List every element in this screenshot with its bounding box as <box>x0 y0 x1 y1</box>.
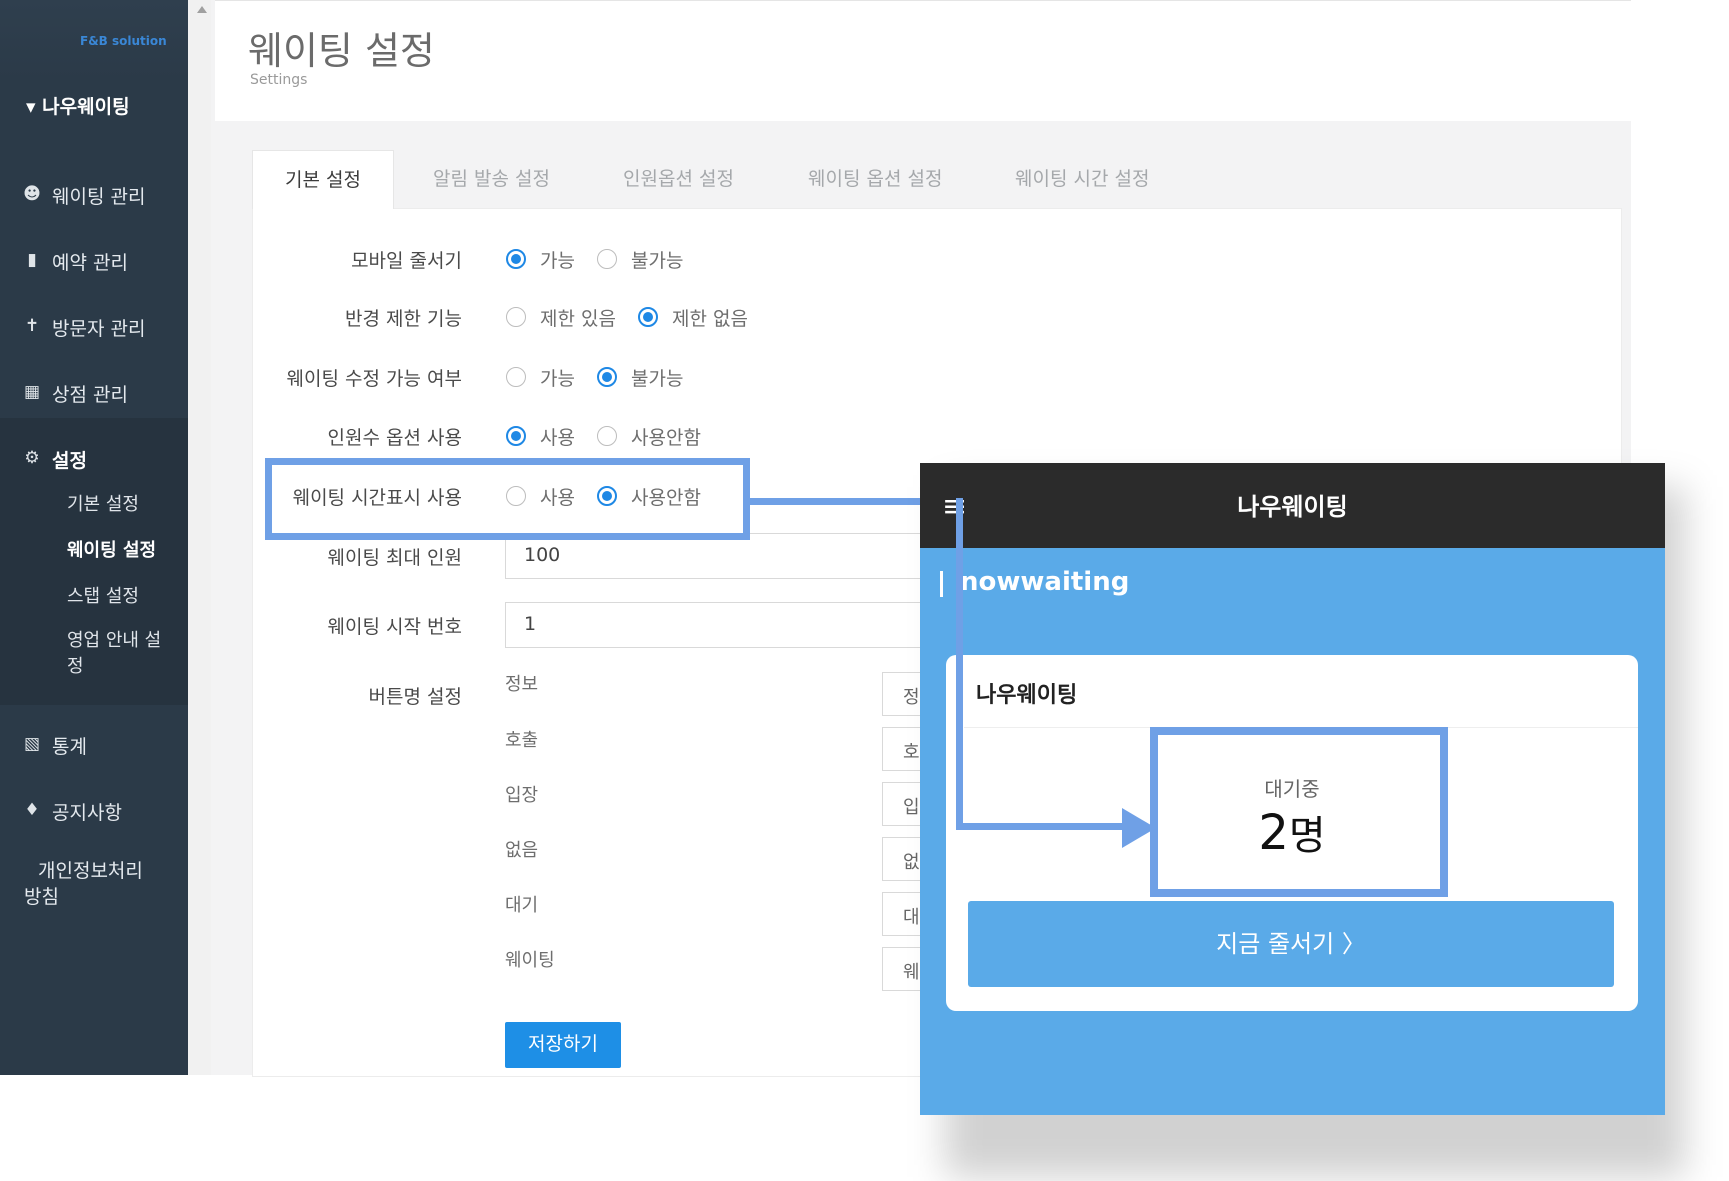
phone-top-bar: ≡ 나우웨이팅 <box>920 463 1665 548</box>
mobile-queue-label: 모바일 줄서기 <box>351 250 462 272</box>
button-name-label: 없음 <box>505 840 539 861</box>
store-name: 나우웨이팅 <box>976 683 1078 708</box>
radius-limit-radio-on[interactable] <box>506 307 526 327</box>
edit-allowed-label: 웨이팅 수정 가능 여부 <box>286 368 462 390</box>
mobile-queue-radio-yes[interactable] <box>506 249 526 269</box>
connector-line <box>956 823 1128 830</box>
mobile-queue-radio-no[interactable] <box>597 249 617 269</box>
sidebar-item-label: 웨이팅 관리 <box>52 186 146 208</box>
building-icon: ▦ <box>23 382 41 402</box>
mobile-queue-opt1-label: 가능 <box>540 250 575 272</box>
sidebar-item-label: 설정 <box>52 450 87 472</box>
start-number-input[interactable]: 1 <box>505 602 925 648</box>
sidebar: F&B solution ▾ 나우웨이팅 ☻ 웨이팅 관리 ▮ 예약 관리 ✝ … <box>0 0 188 1075</box>
tab-party-option[interactable]: 인원옵션 설정 <box>623 150 734 208</box>
radius-limit-label: 반경 제한 기능 <box>345 308 462 330</box>
button-name-label: 정보 <box>505 674 539 695</box>
visitor-icon: ✝ <box>24 316 40 336</box>
party-option-label: 인원수 옵션 사용 <box>327 427 462 449</box>
max-people-label: 웨이팅 최대 인원 <box>327 547 462 569</box>
tab-waiting-time[interactable]: 웨이팅 시간 설정 <box>1015 150 1149 208</box>
bell-icon: ♦ <box>24 800 40 820</box>
bookmark-icon: ▮ <box>27 250 37 270</box>
button-name-label: 대기 <box>505 895 539 916</box>
chart-icon: ▧ <box>23 734 41 754</box>
radius-limit-radio-off[interactable] <box>638 307 658 327</box>
sidebar-item-label: 예약 관리 <box>52 252 128 274</box>
brand-name[interactable]: ▾ 나우웨이팅 <box>26 92 130 119</box>
sidebar-logo-area: F&B solution <box>0 0 188 82</box>
gear-icon: ⚙ <box>24 448 40 468</box>
queue-now-button[interactable]: 지금 줄서기 〉 <box>968 901 1614 987</box>
radius-limit-opt1-label: 제한 있음 <box>540 308 616 330</box>
sidebar-item-label: 통계 <box>52 736 87 758</box>
tab-waiting-option[interactable]: 웨이팅 옵션 설정 <box>808 150 942 208</box>
connector-line <box>956 498 963 830</box>
scroll-up-icon[interactable] <box>197 6 207 13</box>
sidebar-sub-basic[interactable]: 기본 설정 <box>67 490 139 516</box>
highlight-box <box>265 458 750 540</box>
button-name-label: 웨이팅 <box>505 950 555 971</box>
sidebar-item-stats[interactable]: ▧ 통계 <box>0 720 188 770</box>
button-name-label: 호출 <box>505 730 539 751</box>
phone-title: 나우웨이팅 <box>1237 493 1348 521</box>
phone-logo: nowwaiting <box>960 567 1130 597</box>
start-number-label: 웨이팅 시작 번호 <box>327 616 462 638</box>
party-option-radio-use[interactable] <box>506 426 526 446</box>
edit-allowed-opt2-label: 불가능 <box>631 368 684 390</box>
sidebar-item-waiting[interactable]: ☻ 웨이팅 관리 <box>0 170 188 220</box>
sidebar-item-label: 상점 관리 <box>52 384 128 406</box>
scrollbar[interactable] <box>188 0 211 1075</box>
party-option-opt2-label: 사용안함 <box>631 427 701 449</box>
users-icon: ☻ <box>23 184 41 204</box>
count-highlight-box <box>1150 727 1448 897</box>
logo-text: F&B solution <box>80 34 167 48</box>
sidebar-item-notice[interactable]: ♦ 공지사항 <box>0 786 188 836</box>
edit-allowed-radio-yes[interactable] <box>506 367 526 387</box>
mobile-queue-opt2-label: 불가능 <box>631 250 684 272</box>
tab-notification[interactable]: 알림 발송 설정 <box>433 150 550 208</box>
tab-basic[interactable]: 기본 설정 <box>252 150 394 209</box>
party-option-opt1-label: 사용 <box>540 427 575 449</box>
edit-allowed-radio-no[interactable] <box>597 367 617 387</box>
page-subtitle: Settings <box>250 72 308 88</box>
save-button[interactable]: 저장하기 <box>505 1022 621 1068</box>
button-names-label: 버튼명 설정 <box>368 686 462 708</box>
sidebar-item-label: 공지사항 <box>52 802 122 824</box>
edit-allowed-opt1-label: 가능 <box>540 368 575 390</box>
sidebar-sub-staff[interactable]: 스탭 설정 <box>67 582 139 608</box>
page-title: 웨이팅 설정 <box>248 29 435 73</box>
button-name-label: 입장 <box>505 785 539 806</box>
party-option-radio-nouse[interactable] <box>597 426 617 446</box>
sidebar-privacy-line2[interactable]: 방침 <box>24 882 59 909</box>
sidebar-privacy-line1[interactable]: 개인정보처리 <box>38 856 143 883</box>
radius-limit-opt2-label: 제한 없음 <box>672 308 748 330</box>
